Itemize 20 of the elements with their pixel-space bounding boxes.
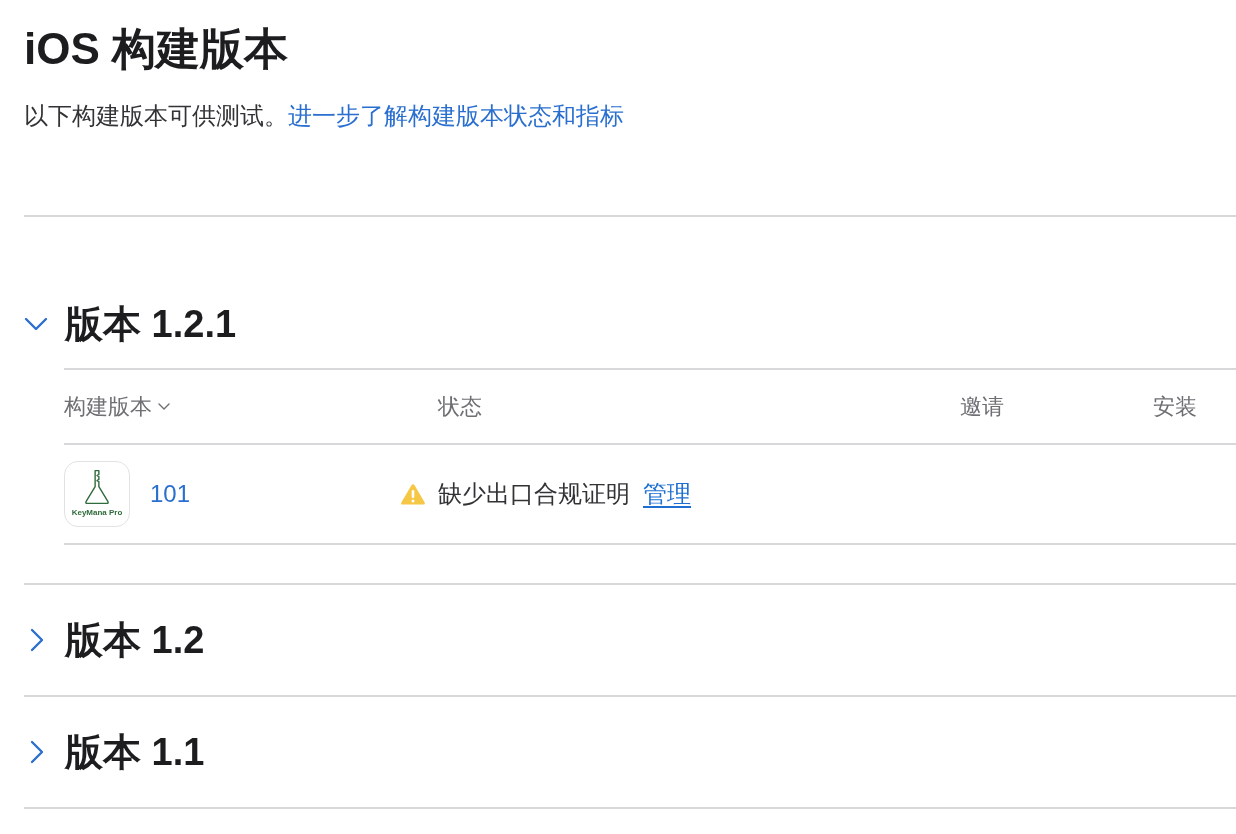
column-header: 状态: [438, 392, 482, 421]
column-header: 构建版本: [64, 392, 152, 421]
version-title[interactable]: 版本 1.1: [65, 725, 205, 779]
app-logo-text: KeyMana Pro: [71, 508, 123, 518]
chevron-right-icon[interactable]: [30, 628, 44, 652]
page-title: iOS 构建版本: [24, 23, 289, 75]
warning-icon: [401, 483, 425, 505]
column-header: 安装: [1153, 392, 1197, 421]
build-number-link[interactable]: 101: [150, 479, 191, 509]
sort-caret-icon[interactable]: [158, 403, 170, 410]
manage-link[interactable]: 管理: [643, 479, 691, 509]
version-title[interactable]: 版本 1.2.1: [65, 297, 237, 351]
chevron-down-icon[interactable]: [24, 317, 48, 331]
page-description: 以下构建版本可供测试。进一步了解构建版本状态和指标: [24, 101, 624, 131]
learn-more-link[interactable]: 进一步了解构建版本状态和指标: [288, 102, 624, 129]
flask-icon: [83, 469, 111, 505]
chevron-right-icon[interactable]: [30, 740, 44, 764]
status-text: 缺少出口合规证明: [438, 479, 630, 509]
column-header: 邀请: [960, 392, 1004, 421]
version-title[interactable]: 版本 1.2: [65, 613, 205, 667]
